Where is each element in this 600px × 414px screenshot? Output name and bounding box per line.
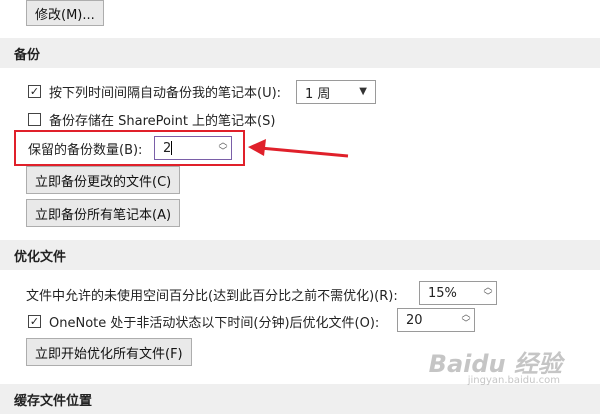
chevron-down-icon[interactable]: ﹀ xyxy=(218,148,227,157)
backup-all-label: 立即备份所有笔记本(A) xyxy=(35,207,172,223)
spin-buttons[interactable]: ︿ ﹀ xyxy=(215,137,231,159)
modify-button[interactable]: 修改(M)... xyxy=(26,0,104,26)
check-icon: ✓ xyxy=(29,85,40,98)
backup-interval-dropdown[interactable]: 1 周 ▼ xyxy=(296,80,376,104)
auto-backup-checkbox[interactable]: ✓ xyxy=(28,85,41,98)
watermark-url: jingyan.baidu.com xyxy=(468,375,560,386)
unused-space-row: 文件中允许的未使用空间百分比(达到此百分比之前不需优化)(R): xyxy=(26,285,398,304)
backup-changed-label: 立即备份更改的文件(C) xyxy=(35,174,172,190)
inactive-checkbox[interactable]: ✓ xyxy=(28,315,41,328)
inactive-minutes-spinner[interactable]: 20 ︿ ﹀ xyxy=(397,308,475,332)
chevron-down-icon[interactable]: ﹀ xyxy=(483,293,492,302)
auto-backup-row: ✓ 按下列时间间隔自动备份我的笔记本(U): xyxy=(28,82,281,101)
section-header-backup: 备份 xyxy=(0,38,600,68)
section-title-optimize: 优化文件 xyxy=(14,249,67,265)
optimize-all-label: 立即开始优化所有文件(F) xyxy=(35,346,183,362)
section-header-cache: 缓存文件位置 xyxy=(0,384,600,414)
spin-buttons[interactable]: ︿ ﹀ xyxy=(458,309,474,331)
sharepoint-row: 备份存储在 SharePoint 上的笔记本(S) xyxy=(28,110,275,129)
chevron-down-icon: ▼ xyxy=(359,86,367,97)
modify-button-label: 修改(M)... xyxy=(35,7,95,23)
section-title-backup: 备份 xyxy=(14,47,41,63)
keep-count-label-wrap: 保留的备份数量(B): xyxy=(28,139,142,158)
watermark-sub-text: jingyan.baidu.com xyxy=(467,375,560,386)
inactive-minutes-value: 20 xyxy=(406,312,423,328)
auto-backup-label: 按下列时间间隔自动备份我的笔记本(U): xyxy=(49,86,282,101)
keep-count-spinner[interactable]: 2 ︿ ﹀ xyxy=(154,136,232,160)
chevron-down-icon[interactable]: ﹀ xyxy=(461,320,470,329)
baidu-watermark-logo: Baidu 经验 xyxy=(429,344,562,379)
unused-space-spinner[interactable]: 15% ︿ ﹀ xyxy=(419,281,497,305)
red-arrow-icon xyxy=(248,139,349,158)
optimize-all-button[interactable]: 立即开始优化所有文件(F) xyxy=(26,338,192,366)
section-title-cache: 缓存文件位置 xyxy=(14,393,93,409)
unused-space-label: 文件中允许的未使用空间百分比(达到此百分比之前不需优化)(R): xyxy=(26,289,398,304)
sharepoint-checkbox[interactable] xyxy=(28,113,41,126)
section-header-optimize: 优化文件 xyxy=(0,240,600,270)
backup-interval-value: 1 周 xyxy=(305,86,331,102)
backup-changed-button[interactable]: 立即备份更改的文件(C) xyxy=(26,166,181,194)
backup-all-button[interactable]: 立即备份所有笔记本(A) xyxy=(26,199,181,227)
sharepoint-label: 备份存储在 SharePoint 上的笔记本(S) xyxy=(49,114,276,129)
inactive-row: ✓ OneNote 处于非活动状态以下时间(分钟)后优化文件(O): xyxy=(28,312,379,331)
text-cursor xyxy=(171,141,172,155)
check-icon: ✓ xyxy=(29,315,40,328)
watermark-text: Baidu 经验 xyxy=(428,350,562,378)
keep-count-label: 保留的备份数量(B): xyxy=(28,143,143,158)
spin-buttons[interactable]: ︿ ﹀ xyxy=(480,282,496,304)
unused-space-value: 15% xyxy=(428,285,457,301)
inactive-label: OneNote 处于非活动状态以下时间(分钟)后优化文件(O): xyxy=(49,316,380,331)
